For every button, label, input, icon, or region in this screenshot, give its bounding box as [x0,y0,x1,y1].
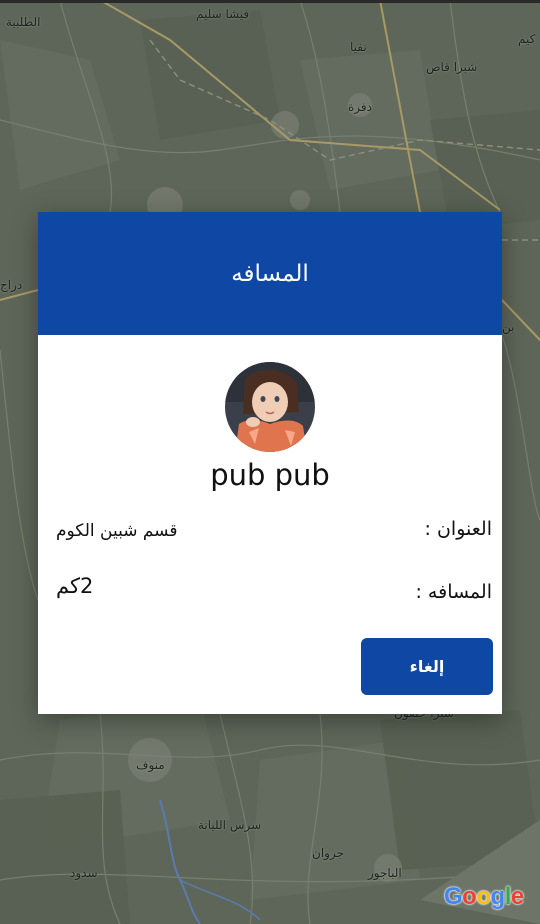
distance-dialog: المسافه pub pub العنوان : قسم شبين الكوم… [38,212,502,714]
map-label: كيم [518,32,536,46]
google-logo-letter: e [510,883,524,910]
status-bar-edge [0,0,540,3]
map-label: الباجور [368,866,402,880]
distance-value: 2كم [56,574,94,598]
map-label: بن [502,320,515,334]
cancel-button-label: إلغاء [409,657,445,676]
dialog-title: المسافه [231,260,309,287]
map-label: منوف [136,758,165,772]
google-logo-letter: G [444,883,463,910]
map-label: سرس الليانة [198,818,262,832]
google-logo-letter: g [490,883,506,910]
cancel-button[interactable]: إلغاء [361,638,493,695]
distance-label: المسافه : [415,581,492,603]
dialog-header: المسافه [38,212,502,335]
user-name: pub pub [210,458,330,492]
google-logo-letter: o [476,883,491,910]
address-label: العنوان : [424,518,492,540]
google-logo-letter: o [462,883,477,910]
avatar-image [225,362,315,452]
map-label: سدود [70,866,98,880]
map-label: شبرا قاص [426,60,478,74]
google-logo: Google [444,883,524,911]
map-label: جروان [312,846,344,860]
address-value: قسم شبين الكوم [56,521,178,541]
map-label: دفرة [348,100,372,114]
map-label: نفيا [350,40,367,54]
map-label: فيشا سليم [196,7,250,21]
avatar [225,362,315,452]
map-label: دراج [0,278,23,292]
map-label: الطلبية [6,15,41,29]
